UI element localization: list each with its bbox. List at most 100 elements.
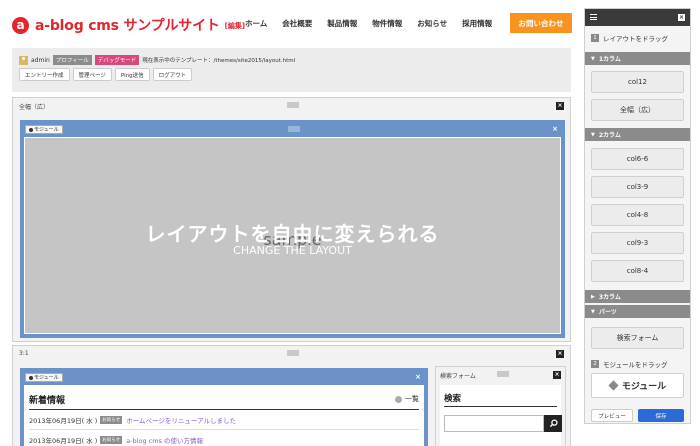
chevron-down-icon: ▼: [591, 308, 595, 315]
search-input[interactable]: [444, 415, 544, 432]
panel-header: ×: [585, 9, 690, 26]
layout-col8-4-button[interactable]: col8-4: [591, 260, 684, 282]
section-1col[interactable]: ▼ 1カラム: [585, 52, 690, 65]
search-button[interactable]: [544, 415, 562, 432]
divider: [29, 409, 419, 410]
close-icon[interactable]: ×: [551, 125, 559, 133]
section-3col[interactable]: ▶ 3カラム: [585, 290, 690, 303]
layout-col4-8-button[interactable]: col4-8: [591, 204, 684, 226]
news-link[interactable]: ホームページをリニューアルしました: [126, 415, 236, 425]
site-header: a a-blog cms サンプルサイト [編集] ホーム 会社概要 製品情報 …: [0, 0, 580, 46]
cube-icon: [608, 380, 619, 391]
logo-mark-icon: a: [12, 16, 29, 34]
section-label: パーツ: [598, 309, 617, 316]
news-category-badge: お知らせ: [100, 436, 123, 444]
layout-col12-button[interactable]: col12: [591, 71, 684, 93]
parts-search-form-button[interactable]: 検索フォーム: [591, 327, 684, 349]
admin-actions: エントリー作成 管理ページ Ping送信 ログアウト: [19, 68, 195, 81]
area-title: 全幅（広）: [19, 104, 50, 111]
module-button-label: モジュール: [621, 382, 667, 392]
site-title[interactable]: a-blog cms サンプルサイト: [35, 15, 220, 35]
logout-button[interactable]: ログアウト: [152, 68, 193, 81]
nav-item-company[interactable]: 会社概要: [282, 18, 312, 29]
news-module[interactable]: モジュール × 新着情報 一覧 2013年06月19日( 水 ) お知らせ ホー…: [20, 368, 428, 446]
site-logo[interactable]: a a-blog cms サンプルサイト [編集]: [12, 15, 245, 35]
search-icon: [549, 419, 558, 428]
layout-area-3-1[interactable]: 3:1 × モジュール × 新着情報 一覧 2013年06月19日( 水 ) お…: [12, 345, 571, 446]
module-drag-button[interactable]: モジュール: [591, 373, 684, 398]
module-header: モジュール ×: [22, 122, 563, 136]
ping-button[interactable]: Ping送信: [114, 68, 150, 81]
nav-item-home[interactable]: ホーム: [245, 18, 267, 29]
step-number: 1: [591, 34, 599, 42]
layout-col3-9-button[interactable]: col3-9: [591, 176, 684, 198]
search-form-area[interactable]: 検索フォーム × 検索: [435, 366, 566, 446]
nav-item-news[interactable]: お知らせ: [417, 18, 447, 29]
arrow-circle-icon: [395, 395, 402, 403]
debug-badge[interactable]: デバッグモード: [94, 55, 140, 65]
drag-handle-icon[interactable]: [287, 102, 299, 108]
layout-col9-3-button[interactable]: col9-3: [591, 232, 684, 254]
chevron-right-icon: ▶: [591, 293, 595, 300]
news-link[interactable]: a-blog cms の使い方情報: [126, 435, 203, 445]
module-icon: [29, 375, 33, 380]
section-label: 3カラム: [598, 294, 621, 301]
profile-badge[interactable]: プロフィール: [52, 55, 92, 65]
divider: [444, 406, 557, 407]
area-title: 検索フォーム: [440, 373, 476, 380]
list-item: 2013年06月19日( 水 ) お知らせ ホームページをリニューアルしました: [29, 415, 236, 425]
news-body: 新着情報 一覧 2013年06月19日( 水 ) お知らせ ホームページをリニュ…: [24, 385, 424, 446]
step-module: 2 モジュールをドラッグ: [591, 359, 668, 369]
layout-full-button[interactable]: 全幅（広）: [591, 99, 684, 121]
module-icon: [29, 127, 33, 132]
module-block[interactable]: モジュール × sample レイアウトを自由に変えられる CHANGE THE…: [20, 120, 565, 338]
area-header: 全幅（広） ×: [13, 98, 570, 114]
close-icon[interactable]: ×: [556, 102, 564, 110]
close-icon[interactable]: ×: [678, 14, 685, 21]
drag-handle-icon[interactable]: [288, 126, 300, 132]
menu-icon[interactable]: [590, 14, 597, 20]
nav-item-products[interactable]: 製品情報: [327, 18, 357, 29]
admin-info: admin プロフィール デバッグモード 現在表示中のテンプレート：/theme…: [19, 55, 295, 65]
search-body: 検索: [440, 385, 562, 446]
news-date: 2013年06月19日( 水 ): [29, 417, 98, 425]
module-tag-label: モジュール: [34, 375, 59, 381]
news-category-badge: お知らせ: [100, 416, 123, 424]
template-path: 現在表示中のテンプレート：/themes/site2015/layout.htm…: [142, 58, 296, 64]
section-label: 2カラム: [598, 132, 621, 139]
step-number: 2: [591, 360, 599, 368]
admin-username[interactable]: admin: [31, 57, 50, 64]
hero-image: sample レイアウトを自由に変えられる CHANGE THE LAYOUT: [24, 137, 561, 334]
news-more-label: 一覧: [405, 395, 419, 403]
nav-item-recruit[interactable]: 採用情報: [462, 18, 492, 29]
step-label: モジュールをドラッグ: [603, 361, 668, 369]
section-parts[interactable]: ▼ パーツ: [585, 305, 690, 318]
area-title: 3:1: [19, 350, 29, 357]
save-button[interactable]: 保存: [638, 409, 684, 422]
admin-page-button[interactable]: 管理ページ: [72, 68, 112, 81]
news-date: 2013年06月19日( 水 ): [29, 437, 98, 445]
contact-button[interactable]: お問い合わせ: [510, 13, 572, 33]
search-heading: 検索: [444, 394, 462, 404]
close-icon[interactable]: ×: [556, 350, 564, 358]
news-more-link[interactable]: 一覧: [395, 394, 419, 404]
drag-handle-icon[interactable]: [287, 350, 299, 356]
drag-handle-icon[interactable]: [497, 371, 509, 377]
module-tag[interactable]: モジュール: [25, 125, 63, 134]
edit-link[interactable]: [編集]: [225, 21, 245, 31]
close-icon[interactable]: ×: [414, 373, 422, 381]
module-tag-label: モジュール: [34, 127, 59, 133]
section-2col[interactable]: ▼ 2カラム: [585, 128, 690, 141]
step-layout: 1 レイアウトをドラッグ: [591, 33, 668, 43]
create-entry-button[interactable]: エントリー作成: [19, 68, 70, 81]
layout-area-full[interactable]: 全幅（広） × モジュール × sample レイアウトを自由に変えられる CH…: [12, 97, 571, 342]
global-nav: ホーム 会社概要 製品情報 物件情報 お知らせ 採用情報: [245, 18, 507, 29]
preview-button[interactable]: プレビュー: [591, 409, 633, 422]
layout-col6-6-button[interactable]: col6-6: [591, 148, 684, 170]
close-icon[interactable]: ×: [553, 371, 561, 379]
area-header: 3:1 ×: [13, 346, 570, 362]
step-label: レイアウトをドラッグ: [603, 35, 668, 43]
module-tag[interactable]: モジュール: [25, 373, 63, 382]
nav-item-property[interactable]: 物件情報: [372, 18, 402, 29]
hero-subheading: CHANGE THE LAYOUT: [233, 244, 352, 257]
